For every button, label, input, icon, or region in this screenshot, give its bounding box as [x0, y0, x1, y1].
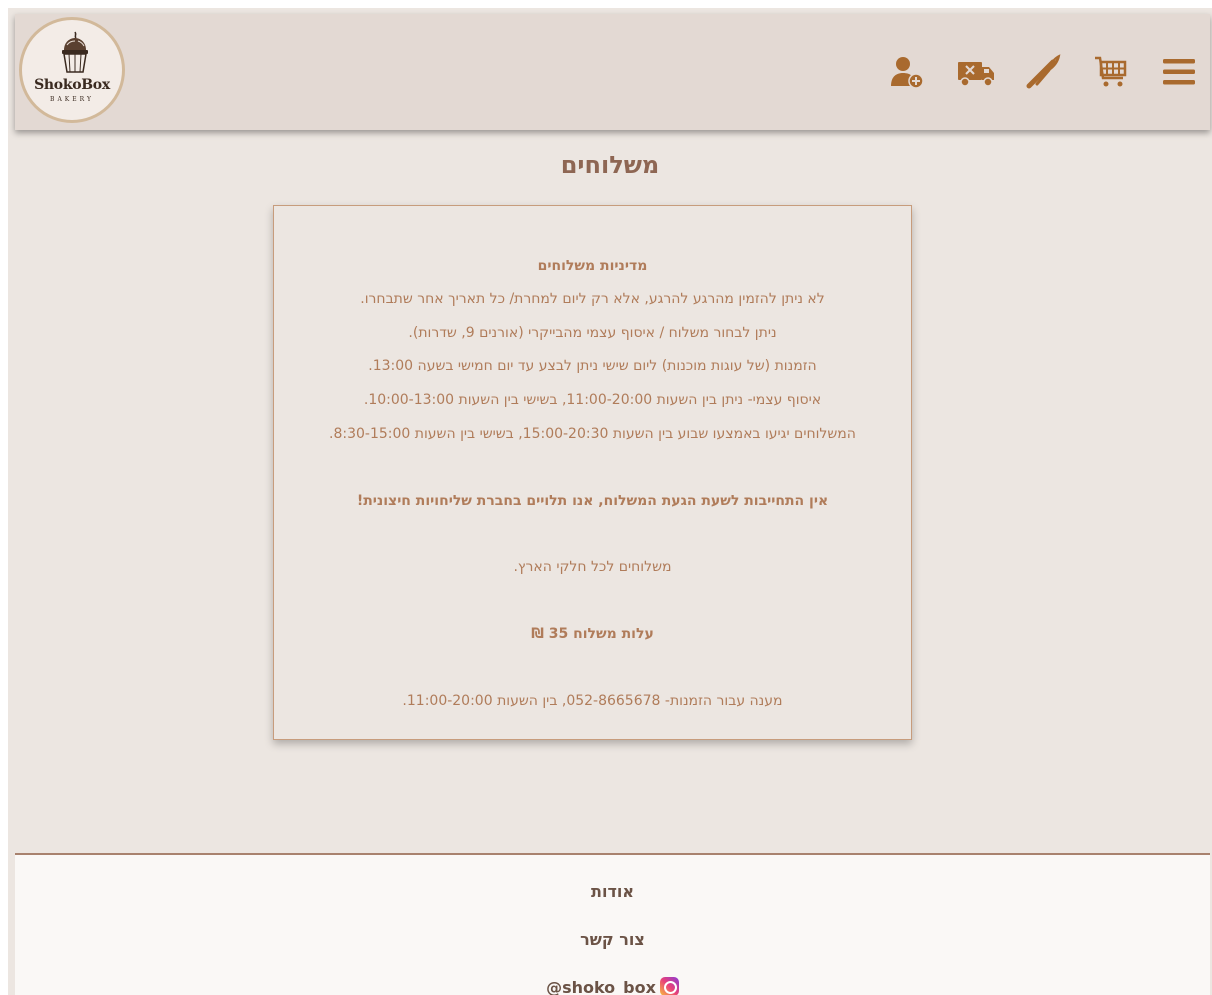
site-footer: אודות צור קשר @shoko_box [15, 853, 1210, 995]
policy-line: איסוף עצמי- ניתן בין השעות 11:00-20:00, … [363, 392, 822, 408]
policy-line: המשלוחים יגיעו באמצעו שבוע בין השעות 15:… [329, 426, 856, 442]
menu-icon[interactable] [1161, 54, 1197, 90]
footer-link-about[interactable]: אודות [15, 882, 1210, 901]
policy-cost: עלות משלוח 35 ₪ [531, 626, 654, 642]
add-user-icon[interactable] [889, 54, 925, 90]
footer-link-contact[interactable]: צור קשר [15, 930, 1210, 949]
instagram-icon [659, 977, 679, 995]
delivery-truck-icon[interactable] [955, 54, 997, 90]
cupcake-icon [62, 31, 88, 73]
instagram-handle: @shoko_box [546, 978, 656, 995]
policy-line: לא ניתן להזמין מהרגע להרגע, אלא רק ליום … [360, 291, 825, 307]
delivery-policy-card: מדיניות משלוחים לא ניתן להזמין מהרגע להר… [273, 205, 912, 740]
page: ShokoBox BAKERY משלוחים מדיניות משלוחים … [8, 8, 1212, 995]
policy-line: הזמנות (של עוגות מוכנות) ליום שישי ניתן … [368, 358, 817, 374]
policy-coverage: משלוחים לכל חלקי הארץ. [513, 559, 672, 575]
site-header: ShokoBox BAKERY [15, 14, 1210, 130]
logo-subtitle: BAKERY [50, 96, 94, 103]
policy-contact: מענה עבור הזמנות- 052-8665678, בין השעות… [402, 693, 783, 709]
cart-icon[interactable] [1093, 54, 1129, 90]
shokobox-logo[interactable]: ShokoBox BAKERY [19, 17, 125, 123]
logo-name: ShokoBox [34, 77, 110, 93]
policy-disclaimer: אין התחייבות לשעת הגעת המשלוח, אנו תלויי… [356, 493, 829, 509]
policy-line: ניתן לבחור משלוח / איסוף עצמי מהבייקרי (… [408, 325, 777, 341]
page-title: משלוחים [560, 151, 660, 179]
policy-heading: מדיניות משלוחים [537, 258, 648, 274]
instagram-link[interactable]: @shoko_box [15, 977, 1210, 995]
whisk-rolling-pin-icon[interactable] [1025, 54, 1061, 90]
